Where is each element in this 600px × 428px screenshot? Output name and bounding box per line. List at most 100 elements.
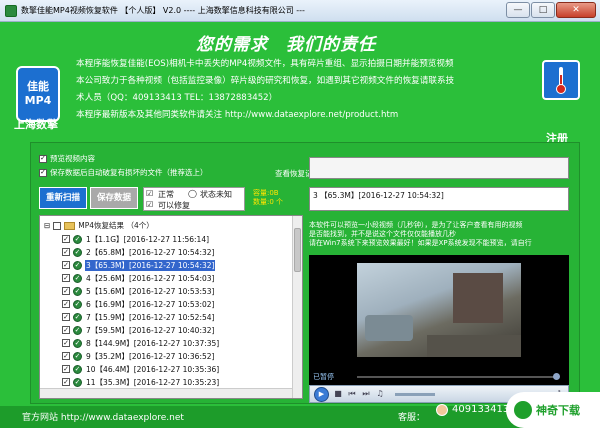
autosave-option[interactable]: ✓ 保存数据后自动破复有损坏的文件（推荐选上） xyxy=(39,167,208,178)
recovery-counts: 容量:0B 数量:0 个 xyxy=(253,189,283,207)
stop-button[interactable]: ■ xyxy=(333,389,343,399)
tree-item[interactable]: ✓ ✓ 2【65.8M】[2016-12-27 10:54:32] xyxy=(62,246,215,258)
status-ok-icon: ✓ xyxy=(73,234,82,244)
tree-item[interactable]: ✓ ✓ 9【35.2M】[2016-12-27 10:36:52] xyxy=(62,350,215,362)
logo-line-2: MP4 xyxy=(24,94,52,107)
tree-root[interactable]: ⊟ MP4恢复结果 （4个） xyxy=(44,220,154,231)
autosave-label: 保存数据后自动破复有损坏的文件（推荐选上） xyxy=(50,168,208,177)
watermark-logo xyxy=(514,401,532,419)
tree-item[interactable]: ✓ ✓ 3【65.3M】[2016-12-27 10:54:32] xyxy=(62,259,216,271)
logo-line-1: 佳能 xyxy=(27,80,49,93)
vertical-scrollbar[interactable] xyxy=(292,216,302,398)
previous-button[interactable]: ⏮ xyxy=(347,389,357,399)
item-checkbox[interactable]: ✓ xyxy=(62,235,70,243)
tree-item[interactable]: ✓ ✓ 11【35.3M】[2016-12-27 10:35:23] xyxy=(62,376,220,388)
volume-icon[interactable]: ♫ xyxy=(375,389,385,399)
result-tree[interactable]: ⊟ MP4恢复结果 （4个） ✓ ✓ 1【1.1G】[2016-12-27 11:5… xyxy=(39,215,303,399)
status-field xyxy=(309,157,569,179)
description-line: 本程序能恢复佳能(EOS)相机卡中丢失的MP4视频文件，具有碎片重组、显示拍摄日… xyxy=(76,59,454,69)
item-checkbox[interactable]: ✓ xyxy=(62,326,70,334)
tree-item-label: 10【46.4M】[2016-12-27 10:35:36] xyxy=(86,364,220,374)
title-bar: 数擎佳能MP4视频恢复软件 【个人版】 V2.0 ---- 上海数擎信息科技有限… xyxy=(0,0,600,22)
legend-unknown: 状态未知 xyxy=(200,190,232,199)
website-link[interactable]: 官方网站 http://www.dataexplore.net xyxy=(22,410,184,423)
tree-root-label: MP4恢复结果 （4个） xyxy=(78,221,154,230)
close-button[interactable]: ✕ xyxy=(556,2,596,18)
description-line: 术人员（QQ：409133413 TEL：13872883452） xyxy=(76,93,278,103)
watermark-text: 神奇下载 xyxy=(536,404,580,417)
root-checkbox[interactable] xyxy=(53,221,62,230)
status-ok-icon: ✓ xyxy=(73,338,82,348)
thermometer-icon xyxy=(556,67,566,94)
legend-normal: 正常 xyxy=(158,190,174,199)
status-ok-icon: ✓ xyxy=(73,299,82,309)
status-ok-icon: ✓ xyxy=(73,312,82,322)
note-line: 本软件可以预览一小段视频（几秒钟），是为了让客户查看有用的视频 xyxy=(309,221,523,229)
preview-label: 预览视频内容 xyxy=(50,154,95,163)
status-ok-icon: ✓ xyxy=(73,260,82,270)
support-avatar xyxy=(436,404,448,416)
save-data-button[interactable]: 保存数据 xyxy=(90,187,138,209)
scroll-thumb[interactable] xyxy=(294,228,301,272)
expand-toggle-icon[interactable]: ⊟ xyxy=(44,221,50,230)
tree-item[interactable]: ✓ ✓ 7【15.9M】[2016-12-27 10:52:54] xyxy=(62,311,215,323)
item-checkbox[interactable]: ✓ xyxy=(62,365,70,373)
status-legend: ☑ 正常 ◯ 状态未知 ☑ 可以修复 xyxy=(143,187,245,211)
volume-slider[interactable] xyxy=(395,392,435,396)
company-name: 上海数擎 xyxy=(14,118,58,131)
note-line: 请在Win7系统下来预览效果最好！如果是XP系统发现不能预览，请自行 xyxy=(309,239,532,247)
item-checkbox[interactable]: ✓ xyxy=(62,352,70,360)
next-button[interactable]: ⏭ xyxy=(361,389,371,399)
preview-note: 本软件可以预览一小段视频（几秒钟），是为了让客户查看有用的视频 是否能找到，并不… xyxy=(309,221,571,248)
repairable-icon: ☑ xyxy=(146,200,154,209)
horizontal-scrollbar[interactable] xyxy=(40,388,292,398)
tree-item[interactable]: ✓ ✓ 4【25.6M】[2016-12-27 10:54:03] xyxy=(62,272,215,284)
preview-option[interactable]: ✓ 预览视频内容 xyxy=(39,153,95,164)
selected-file-info: 3 【65.3M】[2016-12-27 10:54:32] xyxy=(313,191,444,200)
rescan-button[interactable]: 重新扫描 xyxy=(39,187,87,209)
app-icon xyxy=(5,4,17,17)
register-button[interactable] xyxy=(542,60,580,100)
tree-item[interactable]: ✓ ✓ 8【144.9M】[2016-12-27 10:37:35] xyxy=(62,337,220,349)
maximize-button[interactable]: □ xyxy=(531,2,555,18)
customer-service-label: 客服： xyxy=(398,413,426,423)
item-checkbox[interactable]: ✓ xyxy=(62,300,70,308)
tree-item-label: 7【15.9M】[2016-12-27 10:52:54] xyxy=(86,312,215,322)
legend-repairable: 可以修复 xyxy=(158,201,190,210)
tree-item[interactable]: ✓ ✓ 7【59.5M】[2016-12-27 10:40:32] xyxy=(62,324,215,336)
header: 您的需求 我们的责任 佳能 MP4 上海数擎 本程序能恢复佳能(EOS)相机卡中… xyxy=(0,22,600,145)
tree-item-label: 9【35.2M】[2016-12-27 10:36:52] xyxy=(86,351,215,361)
window-title: 数擎佳能MP4视频恢复软件 【个人版】 V2.0 ---- 上海数擎信息科技有限… xyxy=(21,6,305,15)
item-checkbox[interactable]: ✓ xyxy=(62,248,70,256)
seek-bar[interactable] xyxy=(357,373,560,380)
status-ok-icon: ✓ xyxy=(73,286,82,296)
item-checkbox[interactable]: ✓ xyxy=(62,274,70,282)
tree-item-label: 1【1.1G】[2016-12-27 11:56:14] xyxy=(86,234,210,244)
item-checkbox[interactable]: ✓ xyxy=(62,339,70,347)
tree-item-label: 6【16.9M】[2016-12-27 10:53:02] xyxy=(86,299,215,309)
seek-knob[interactable] xyxy=(553,373,560,380)
tree-item[interactable]: ✓ ✓ 10【46.4M】[2016-12-27 10:35:36] xyxy=(62,363,220,375)
tree-item[interactable]: ✓ ✓ 1【1.1G】[2016-12-27 11:56:14] xyxy=(62,233,210,245)
item-checkbox[interactable]: ✓ xyxy=(62,378,70,386)
item-checkbox[interactable]: ✓ xyxy=(62,313,70,321)
tree-item[interactable]: ✓ ✓ 5【15.6M】[2016-12-27 10:53:53] xyxy=(62,285,215,297)
video-player[interactable]: 已暂停 xyxy=(309,255,569,385)
product-logo: 佳能 MP4 xyxy=(16,66,60,122)
preview-checkbox[interactable]: ✓ xyxy=(39,154,47,163)
capacity-count: 容量:0B xyxy=(253,189,279,197)
tree-item-label: 8【144.9M】[2016-12-27 10:37:35] xyxy=(86,338,220,348)
support-qq[interactable]: 409133413 xyxy=(452,404,509,415)
status-ok-icon: ✓ xyxy=(73,351,82,361)
tree-item-label: 7【59.5M】[2016-12-27 10:40:32] xyxy=(86,325,215,335)
minimize-button[interactable]: — xyxy=(506,2,530,18)
normal-icon: ☑ xyxy=(146,189,154,198)
tree-item-label: 3【65.3M】[2016-12-27 10:54:32] xyxy=(85,259,216,271)
autosave-checkbox[interactable]: ✓ xyxy=(39,168,47,177)
window-controls: — □ ✕ xyxy=(506,2,596,18)
item-checkbox[interactable]: ✓ xyxy=(62,287,70,295)
slogan: 您的需求 我们的责任 xyxy=(196,35,376,55)
tree-item[interactable]: ✓ ✓ 6【16.9M】[2016-12-27 10:53:02] xyxy=(62,298,215,310)
play-button[interactable]: ▶ xyxy=(314,386,329,402)
item-checkbox[interactable]: ✓ xyxy=(62,261,70,269)
